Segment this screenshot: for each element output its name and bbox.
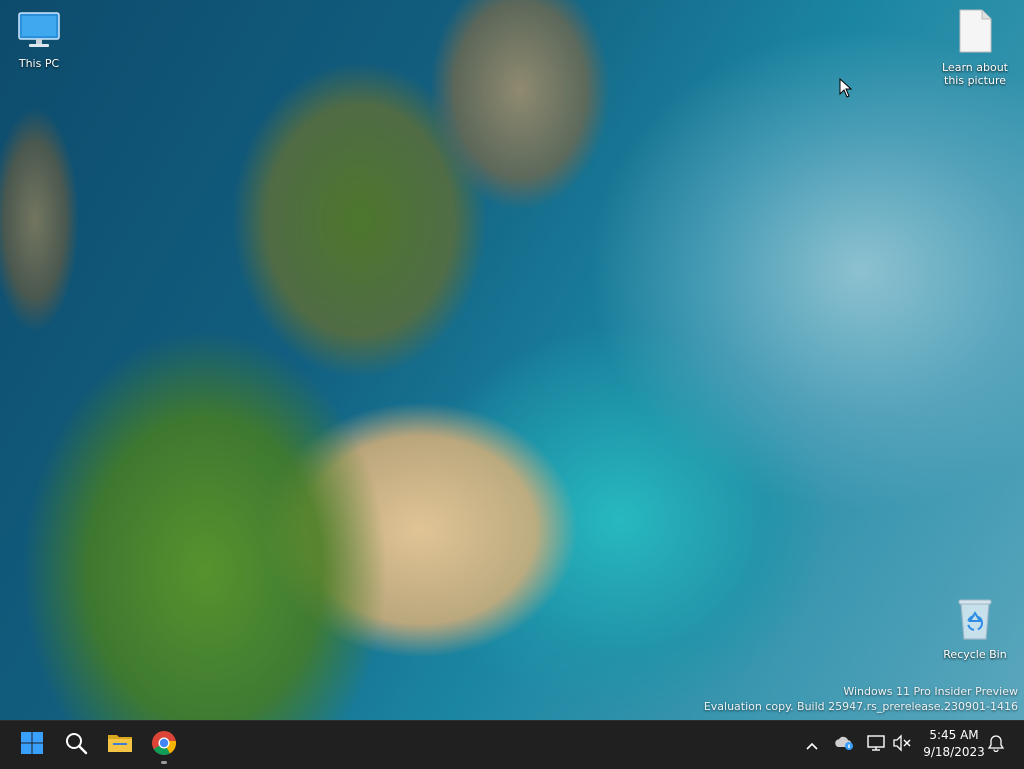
show-hidden-icons-button[interactable] [800,733,824,757]
search-icon [64,731,88,759]
recycle-bin-icon [936,597,1014,644]
notifications-button[interactable] [984,733,1008,757]
chrome-taskbar-button[interactable] [144,725,184,765]
watermark-line-edition: Windows 11 Pro Insider Preview [843,685,1018,698]
taskbar: 5:45 AM 9/18/2023 [0,720,1024,769]
clock-time: 5:45 AM [929,728,979,742]
watermark-line-build: Evaluation copy. Build 25947.rs_prerelea… [703,700,1018,713]
folder-icon [107,732,133,758]
volume-muted-icon [892,734,912,756]
desktop-icon-label: Recycle Bin [943,648,1007,661]
search-button[interactable] [56,725,96,765]
mouse-pointer-icon [839,77,853,102]
desktop-icon-this-pc[interactable]: This PC [0,10,78,70]
desktop-icon-learn-about-picture[interactable]: Learn about this picture [936,8,1014,87]
windows-watermark: Windows 11 Pro Insider Preview Evaluatio… [704,684,1018,714]
monitor-icon [0,10,78,53]
chrome-icon [151,730,177,760]
bell-icon [987,734,1005,756]
network-icon [866,734,886,756]
desktop-wallpaper[interactable]: This PC Learn about this picture Recycle… [0,0,1024,720]
desktop-icon-recycle-bin[interactable]: Recycle Bin [936,597,1014,661]
windows-logo-icon [20,731,44,759]
clock-date: 9/18/2023 [923,745,985,759]
taskbar-clock[interactable]: 5:45 AM 9/18/2023 [918,727,990,761]
volume-tray-button[interactable] [890,733,914,757]
document-icon [936,8,1014,57]
desktop-icon-label: Learn about this picture [942,61,1008,87]
desktop-icon-label: This PC [18,57,60,70]
network-tray-button[interactable] [864,733,888,757]
onedrive-tray-button[interactable] [832,733,856,757]
start-button[interactable] [12,725,52,765]
chevron-up-icon [805,736,819,755]
running-indicator [161,761,167,764]
file-explorer-button[interactable] [100,725,140,765]
onedrive-icon [834,735,854,755]
